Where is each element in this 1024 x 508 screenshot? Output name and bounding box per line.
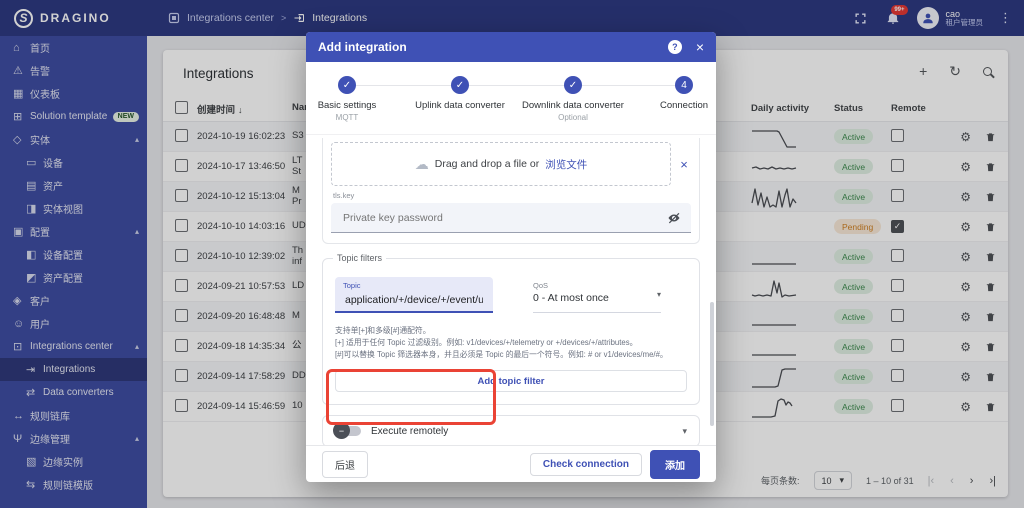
step-number: 4 [675, 76, 693, 94]
dialog-footer: 后退 Check connection 添加 [306, 445, 716, 482]
dialog-scrollbar[interactable] [710, 302, 714, 427]
topic-help-text: 支持单[+]和多级[#]通配符。 [+] 适用于任何 Topic 过滤级别。例如… [335, 326, 668, 360]
help-icon[interactable]: ? [667, 40, 682, 54]
add-integration-dialog: Add integration ? × ✓ Basic settings MQT… [306, 32, 716, 482]
close-icon[interactable]: × [696, 39, 704, 55]
visibility-off-icon[interactable] [667, 211, 681, 225]
qos-label: QoS [533, 281, 549, 290]
dialog-body: ☁ Drag and drop a file or 浏览文件 × tls.key… [306, 135, 716, 445]
add-button[interactable]: 添加 [650, 449, 700, 479]
file-name-caption: tls.key [333, 191, 355, 200]
caret-down-icon: ▾ [656, 290, 661, 299]
execute-remotely-label: Execute remotely [371, 425, 449, 437]
add-topic-filter-button[interactable]: Add topic filter [335, 370, 687, 393]
chevron-down-icon[interactable]: ▾ [682, 426, 687, 437]
browse-file-link[interactable]: 浏览文件 [545, 157, 587, 172]
app-window: S DRAGINO Integrations center > Integrat… [0, 0, 1024, 508]
dialog-title: Add integration [318, 40, 407, 54]
step-downlink-converter[interactable]: ✓ Downlink data converter Optional [518, 76, 628, 122]
file-dropzone[interactable]: ☁ Drag and drop a file or 浏览文件 [331, 142, 671, 186]
step-check-icon: ✓ [564, 76, 582, 94]
check-connection-button[interactable]: Check connection [529, 452, 642, 476]
step-check-icon: ✓ [338, 76, 356, 94]
clear-file-icon[interactable]: × [677, 157, 691, 172]
topic-filters-section: Topic filters Topic QoS 0 - At most once… [322, 253, 700, 406]
step-uplink-converter[interactable]: ✓ Uplink data converter [405, 76, 515, 113]
back-button[interactable]: 后退 [322, 450, 368, 478]
topic-input[interactable] [343, 293, 485, 307]
topic-filter-field[interactable]: Topic [335, 277, 493, 313]
dropzone-text: Drag and drop a file or [434, 158, 540, 170]
topic-filters-legend: Topic filters [333, 253, 387, 263]
stepper: ✓ Basic settings MQTT ✓ Uplink data conv… [306, 62, 716, 135]
private-key-password-input[interactable] [341, 210, 667, 225]
execute-remotely-panel[interactable]: − Execute remotely ▾ [322, 415, 700, 445]
step-connection[interactable]: 4 Connection [629, 76, 739, 113]
qos-value: 0 - At most once [533, 292, 609, 304]
step-basic-settings[interactable]: ✓ Basic settings MQTT [292, 76, 402, 122]
qos-select[interactable]: QoS 0 - At most once ▾ [533, 277, 661, 313]
key-upload-section: ☁ Drag and drop a file or 浏览文件 × tls.key [322, 138, 700, 244]
step-check-icon: ✓ [451, 76, 469, 94]
dialog-header: Add integration ? × [306, 32, 716, 62]
private-key-password-field[interactable] [331, 203, 691, 233]
toggle-knob: − [333, 422, 350, 440]
execute-remotely-toggle[interactable]: − [333, 422, 361, 440]
topic-label: Topic [343, 281, 361, 290]
cloud-upload-icon: ☁ [414, 155, 429, 172]
